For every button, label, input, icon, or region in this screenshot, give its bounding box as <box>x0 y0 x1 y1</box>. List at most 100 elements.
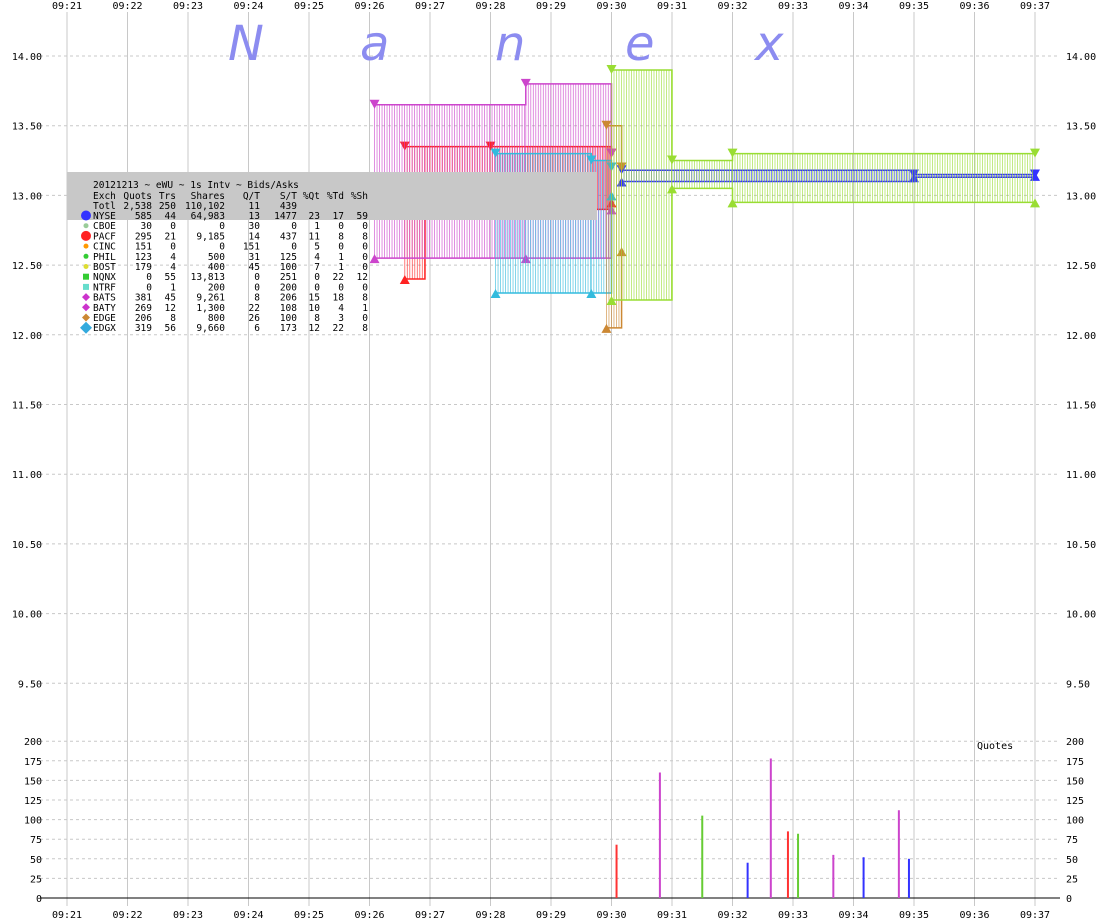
stats-row-edgx: EDGX 319 56 9,660 6 173 12 22 8 <box>80 321 368 334</box>
x-tick-label: 09:30 <box>596 910 626 921</box>
price-tick-label: 10.00 <box>12 610 42 621</box>
stats-row-baty: BATY 269 12 1,300 22 108 10 4 1 <box>82 303 368 314</box>
x-tick-label: 09:32 <box>717 1 747 12</box>
volume-axis-right: 200 175 150 125 100 75 50 25 0 <box>1066 737 1084 905</box>
x-tick-label: 09:23 <box>173 910 203 921</box>
x-tick-label: 09:27 <box>415 1 445 12</box>
x-tick-label: 09:37 <box>1020 910 1050 921</box>
x-tick-label: 09:26 <box>354 910 384 921</box>
price-tick-label: 10.50 <box>1066 540 1096 551</box>
price-tick-label: 11.50 <box>1066 401 1096 412</box>
x-tick-label: 09:21 <box>52 910 82 921</box>
x-tick-label: 09:36 <box>959 1 989 12</box>
stats-value-cell: 173 <box>280 323 297 334</box>
price-axis-right: 14.00 13.50 13.00 12.50 12.00 11.50 11.00 10.50… <box>1066 52 1096 690</box>
price-tick-label: 12.50 <box>12 261 42 272</box>
watermark-letter: x <box>753 16 784 72</box>
legend-marker <box>83 223 89 229</box>
stats-header-cell: %Td <box>327 191 344 202</box>
series-ask-line <box>611 69 1035 162</box>
price-tick-label: 9.50 <box>18 679 42 690</box>
legend-marker <box>83 243 89 249</box>
volume-tick-label: 175 <box>1066 757 1084 768</box>
x-tick-label: 09:33 <box>778 1 808 12</box>
price-tick-label: 10.00 <box>1066 610 1096 621</box>
stats-header-cell: %Sh <box>351 191 368 202</box>
price-tick-label: 12.00 <box>12 331 42 342</box>
x-tick-label: 09:35 <box>899 910 929 921</box>
stats-value-cell: 6 <box>254 323 260 334</box>
price-axis-left: 14.00 13.50 13.00 12.50 12.00 11.50 11.00 10.50… <box>12 52 42 690</box>
legend-marker <box>83 264 89 269</box>
watermark-letter: N <box>228 16 264 72</box>
stats-row-cinc: CINC 151 0 0 151 0 5 0 0 <box>83 242 368 253</box>
legend-marker <box>82 293 90 302</box>
legend-marker <box>81 230 91 241</box>
x-tick-label: 09:24 <box>233 1 263 12</box>
price-tick-label: 11.50 <box>12 401 42 412</box>
watermark-letter: e <box>625 16 655 72</box>
price-tick-label: 14.00 <box>1066 52 1096 63</box>
volume-tick-label: 175 <box>24 757 42 768</box>
price-tick-label: 11.00 <box>12 470 42 481</box>
legend-marker <box>81 210 91 221</box>
volume-tick-label: 75 <box>1066 835 1078 846</box>
x-tick-label: 09:21 <box>52 1 82 12</box>
legend-marker <box>82 303 90 312</box>
volume-tick-label: 100 <box>24 816 42 827</box>
x-tick-label: 09:35 <box>899 1 929 12</box>
x-tick-label: 09:24 <box>233 910 263 921</box>
series-bid-line <box>611 187 1035 301</box>
volume-tick-label: 0 <box>36 894 42 905</box>
price-tick-label: 10.50 <box>12 540 42 551</box>
stats-row-edge: EDGE 206 8 800 26 100 8 3 0 <box>82 313 368 324</box>
stats-row-phil: PHIL 123 4 500 31 125 4 1 0 <box>83 252 368 263</box>
stats-row-nqnx: NQNX 0 55 13,813 0 251 0 22 12 <box>83 272 368 283</box>
x-axis-bottom: 09:21 09:22 09:23 09:24 09:25 09:26 09:27 09:28… <box>52 910 1050 921</box>
volume-panel-label: Quotes <box>977 741 1013 752</box>
x-tick-label: 09:34 <box>838 1 868 12</box>
legend-marker <box>83 253 89 259</box>
x-tick-label: 09:27 <box>415 910 445 921</box>
price-tick-label: 13.50 <box>1066 122 1096 133</box>
x-tick-label: 09:22 <box>112 910 142 921</box>
series-bats <box>369 78 617 264</box>
series-nyse <box>616 165 1040 187</box>
price-tick-label: 13.00 <box>1066 191 1096 202</box>
price-tick-label: 13.00 <box>12 191 42 202</box>
price-tick-label: 9.50 <box>1066 679 1090 690</box>
price-tick-label: 11.00 <box>1066 470 1096 481</box>
price-tick-label: 12.00 <box>1066 331 1096 342</box>
stats-table-rows: NYSE 585 44 64,983 13 1477 23 17 59CBOE 30 0 0 30 0 1 0… <box>80 210 368 334</box>
stats-header-cell: %Qt <box>303 191 320 202</box>
legend-marker <box>83 273 89 280</box>
stats-row-bats: BATS 381 45 9,261 8 206 15 18 8 <box>82 293 368 304</box>
volume-tick-label: 0 <box>1066 894 1072 905</box>
legend-marker <box>82 313 90 322</box>
x-tick-label: 09:29 <box>536 910 566 921</box>
x-tick-label: 09:31 <box>657 1 687 12</box>
volume-tick-label: 200 <box>24 737 42 748</box>
legend-marker <box>80 321 92 334</box>
series-ask-line <box>621 169 1035 176</box>
chart-title: 20121213 ~ eWU ~ 1s Intv ~ Bids/Asks <box>93 180 299 191</box>
stats-row-ntrf: NTRF 0 1 200 0 200 0 0 0 <box>83 282 368 293</box>
x-tick-label: 09:31 <box>657 910 687 921</box>
volume-bars <box>615 758 910 898</box>
stats-value-cell: 22 <box>333 323 344 334</box>
chart: 09:21 09:22 09:23 09:24 09:25 09:26 09:27 09:28… <box>12 1 1096 921</box>
stats-value-cell: 8 <box>362 323 368 334</box>
x-tick-label: 09:33 <box>778 910 808 921</box>
series-bid-line <box>621 175 1036 183</box>
volume-tick-label: 75 <box>30 835 42 846</box>
stats-value-cell: 9,660 <box>196 323 225 334</box>
x-tick-label: 09:30 <box>596 1 626 12</box>
x-tick-label: 09:26 <box>354 1 384 12</box>
watermark: Na n e x <box>228 16 784 72</box>
stats-value-cell: 12 <box>309 323 320 334</box>
volume-tick-label: 100 <box>1066 816 1084 827</box>
x-tick-label: 09:34 <box>838 910 868 921</box>
x-tick-label: 09:32 <box>717 910 747 921</box>
price-tick-label: 12.50 <box>1066 261 1096 272</box>
legend-marker <box>83 283 89 290</box>
